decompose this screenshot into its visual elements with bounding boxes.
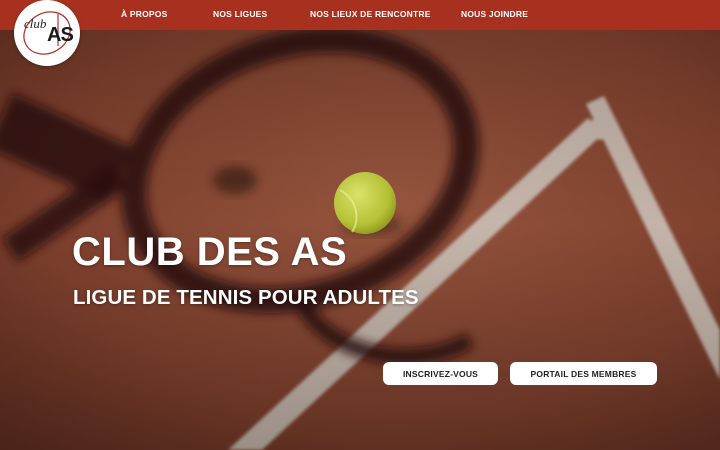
signup-button[interactable]: INSCRIVEZ-VOUS xyxy=(383,362,498,385)
nav-link-a-propos[interactable]: À PROPOS xyxy=(121,9,167,19)
logo-word: club xyxy=(24,16,47,31)
club-logo[interactable]: club AS xyxy=(14,0,80,66)
member-portal-button[interactable]: PORTAIL DES MEMBRES xyxy=(510,362,657,385)
top-navbar: À PROPOS NOS LIGUES NOS LIEUX DE RENCONT… xyxy=(0,0,720,30)
hero-title: CLUB DES AS xyxy=(72,230,348,274)
nav-link-lieux-rencontre[interactable]: NOS LIEUX DE RENCONTRE xyxy=(310,9,431,19)
nav-link-nos-ligues[interactable]: NOS LIGUES xyxy=(213,9,267,19)
hero-subtitle: LIGUE DE TENNIS POUR ADULTES xyxy=(73,286,419,309)
nav-link-nous-joindre[interactable]: NOUS JOINDRE xyxy=(461,9,528,19)
logo-letters: AS xyxy=(47,24,74,46)
page: À PROPOS NOS LIGUES NOS LIEUX DE RENCONT… xyxy=(0,0,720,450)
